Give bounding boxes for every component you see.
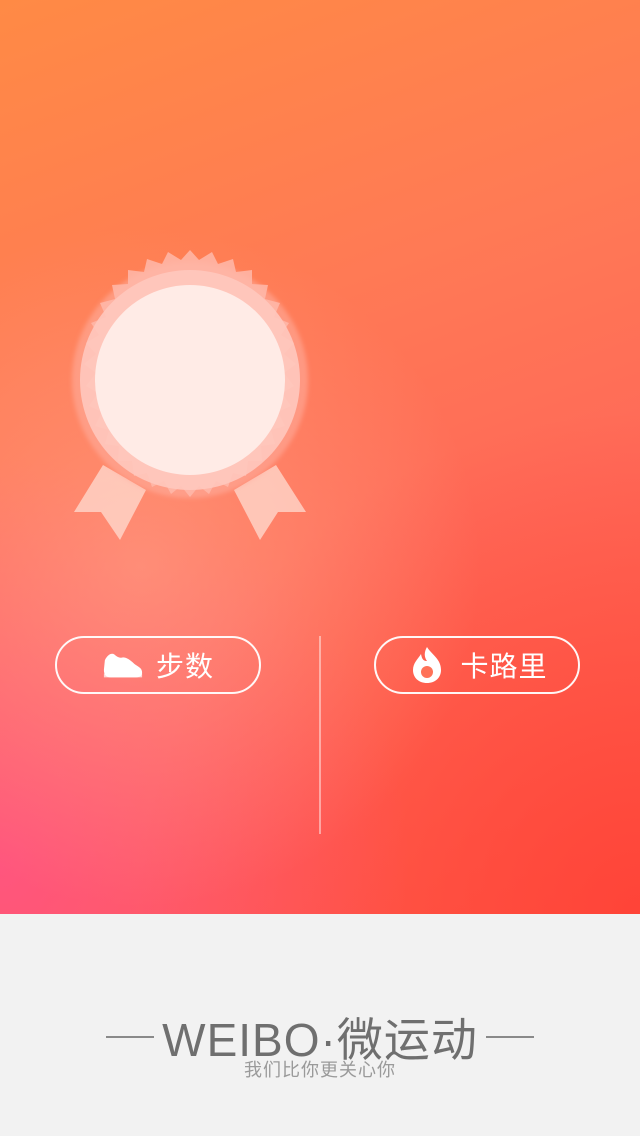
footer: WEIBO·微运动 我们比你更关心你 <box>0 914 640 1136</box>
sneaker-icon <box>102 645 144 685</box>
steps-label: 步数 <box>155 650 214 683</box>
brand-rule-left <box>106 1036 155 1038</box>
steps-button[interactable]: 步数 <box>55 636 261 694</box>
calories-label: 卡路里 <box>460 650 548 683</box>
calories-button[interactable]: 卡路里 <box>374 636 580 694</box>
hero-background: 步数 卡路里 <box>0 0 640 914</box>
brand-slogan: 我们比你更关心你 <box>244 1060 396 1081</box>
medal-badge-icon <box>72 250 308 540</box>
brand-rule-right <box>485 1036 534 1038</box>
flame-icon <box>406 645 448 685</box>
vertical-divider <box>319 636 321 834</box>
